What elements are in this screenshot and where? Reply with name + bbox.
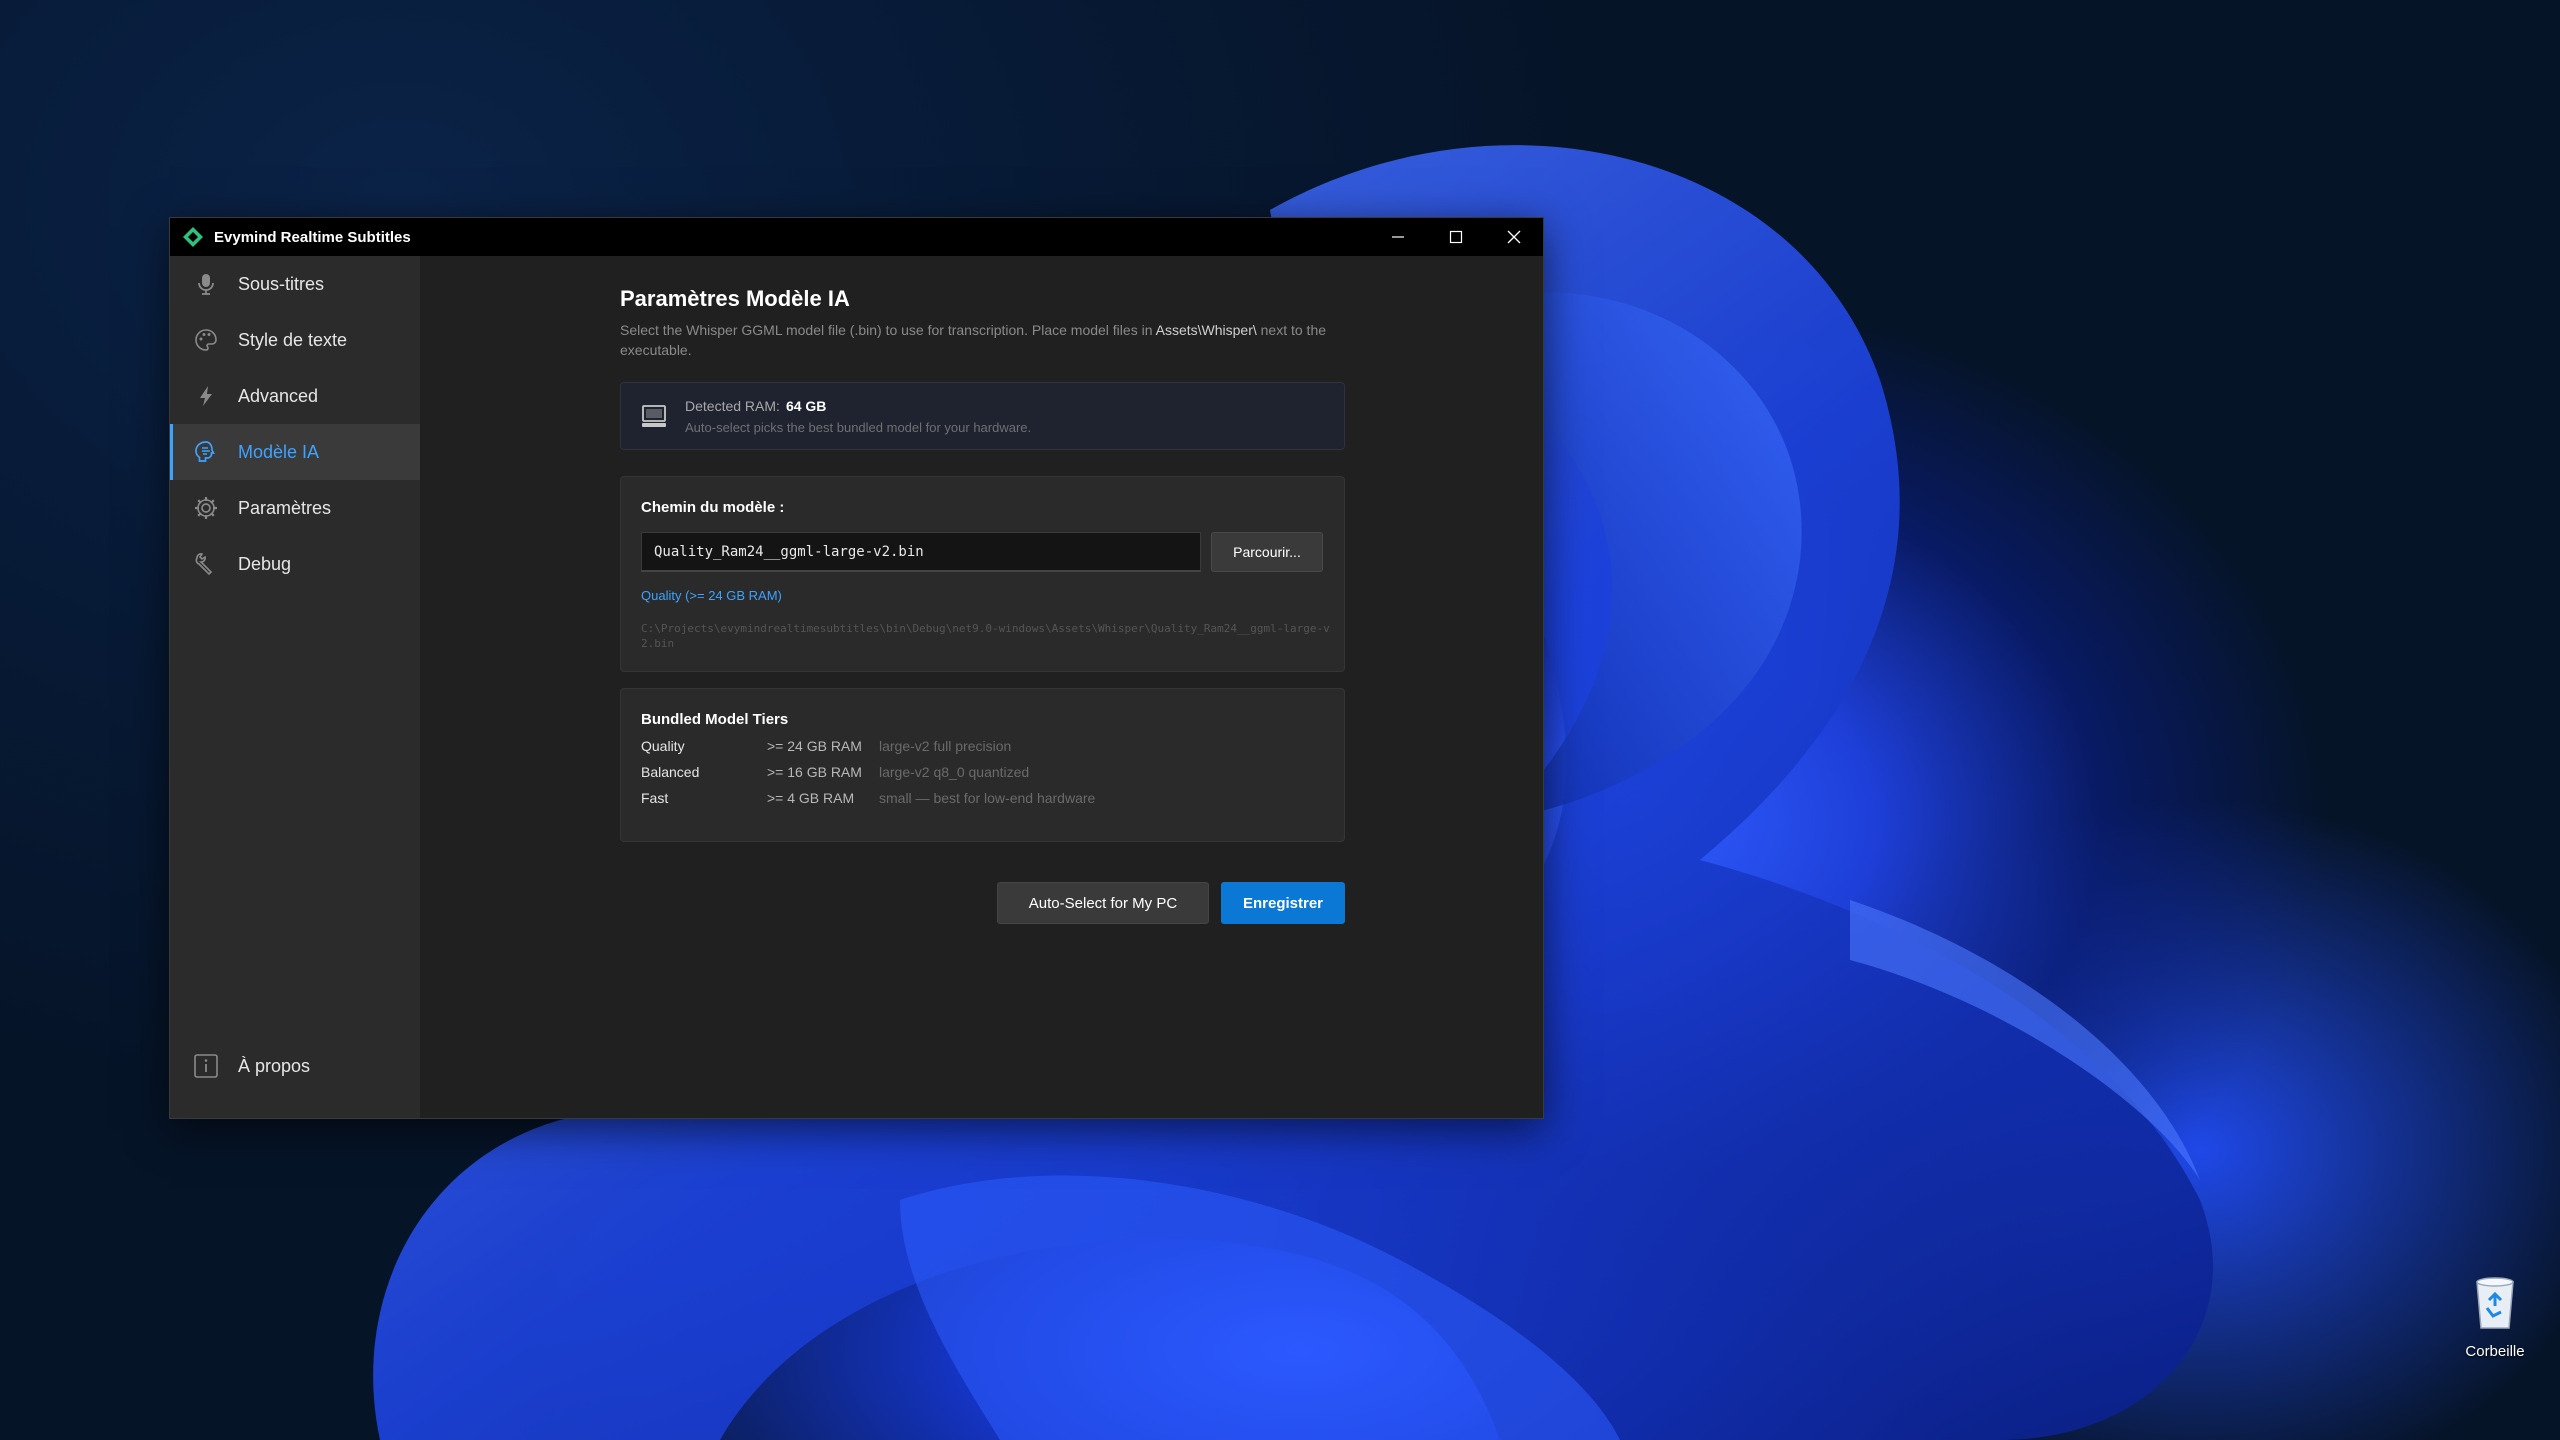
model-tiers-card: Bundled Model Tiers Quality >= 24 GB RAM… — [620, 688, 1345, 842]
tier-row-quality: Quality >= 24 GB RAM large-v2 full preci… — [641, 738, 1324, 754]
tier-row-fast: Fast >= 4 GB RAM small — best for low-en… — [641, 790, 1324, 806]
tier-name: Balanced — [641, 764, 700, 780]
model-path-row: Quality_Ram24__ggml-large-v2.bin Parcour… — [641, 532, 1324, 572]
sidebar-item-parametres[interactable]: Paramètres — [170, 480, 420, 536]
tier-name: Quality — [641, 738, 685, 754]
recycle-bin-label: Corbeille — [2465, 1343, 2525, 1360]
settings-panel: Paramètres Modèle IA Select the Whisper … — [620, 256, 1345, 924]
model-path-heading: Chemin du modèle : — [641, 499, 785, 516]
recycle-bin-icon — [2476, 1277, 2514, 1329]
close-button[interactable] — [1485, 218, 1543, 256]
tier-row-balanced: Balanced >= 16 GB RAM large-v2 q8_0 quan… — [641, 764, 1324, 780]
sidebar-item-label: Sous-titres — [238, 273, 325, 294]
ram-value: 64 GB — [785, 397, 827, 414]
sidebar-item-label: Advanced — [238, 385, 319, 406]
full-path-text: C:\Projects\evymindrealtimesubtitles\bin… — [641, 622, 1330, 650]
minimize-icon — [1392, 236, 1404, 238]
close-icon — [1507, 230, 1521, 244]
model-tier-link[interactable]: Quality (>= 24 GB RAM) — [641, 588, 1324, 603]
model-path-card: Chemin du modèle : Quality_Ram24__ggml-l… — [620, 476, 1345, 672]
computer-icon — [642, 405, 666, 427]
page-description: Select the Whisper GGML model file (.bin… — [620, 322, 1327, 358]
ram-text: Detected RAM: 64 GB Auto-select picks the… — [685, 398, 1031, 435]
microphone-icon — [192, 270, 220, 298]
sidebar-item-label: À propos — [238, 1055, 311, 1076]
lightning-icon — [192, 382, 220, 410]
browse-button[interactable]: Parcourir... — [1211, 532, 1323, 572]
sidebar-bottom: À propos — [170, 1038, 420, 1094]
app-logo-icon — [183, 227, 203, 247]
save-button[interactable]: Enregistrer — [1221, 882, 1345, 924]
sidebar-item-debug[interactable]: Debug — [170, 536, 420, 592]
ram-hint: Auto-select picks the best bundled model… — [685, 419, 1032, 435]
sidebar-item-style-de-texte[interactable]: Style de texte — [170, 312, 420, 368]
sidebar-item-sous-titres[interactable]: Sous-titres — [170, 256, 420, 312]
app-window: Evymind Realtime Subtitles Sous-titres S… — [169, 217, 1544, 1119]
sidebar-item-modele-ia[interactable]: Modèle IA — [170, 424, 420, 480]
tier-name: Fast — [641, 790, 669, 806]
sidebar-item-label: Style de texte — [238, 329, 348, 350]
model-tiers-heading: Bundled Model Tiers — [641, 711, 789, 728]
action-buttons: Auto-Select for My PC Enregistrer — [620, 882, 1345, 924]
palette-icon — [192, 326, 220, 354]
sidebar-item-a-propos[interactable]: À propos — [170, 1038, 420, 1094]
model-path-input[interactable]: Quality_Ram24__ggml-large-v2.bin — [641, 532, 1201, 572]
tier-desc: large-v2 q8_0 quantized — [879, 764, 1030, 780]
brain-icon — [192, 438, 220, 466]
tier-desc: large-v2 full precision — [879, 738, 1012, 754]
sidebar: Sous-titres Style de texte Advanced Modè… — [170, 256, 420, 1118]
sidebar-item-advanced[interactable]: Advanced — [170, 368, 420, 424]
window-controls — [1369, 218, 1543, 256]
sidebar-item-label: Debug — [238, 553, 292, 574]
sidebar-item-label: Modèle IA — [238, 441, 320, 462]
ram-line: Detected RAM: 64 GB — [685, 397, 827, 414]
auto-select-button[interactable]: Auto-Select for My PC — [997, 882, 1209, 924]
page-title: Paramètres Modèle IA — [620, 286, 850, 311]
tier-ram: >= 24 GB RAM — [767, 738, 862, 754]
recycle-bin-shortcut[interactable]: Corbeille — [2455, 1272, 2535, 1360]
maximize-icon — [1449, 230, 1463, 244]
tier-desc: small — best for low-end hardware — [879, 790, 1096, 806]
wrench-icon — [192, 550, 220, 578]
tier-ram: >= 4 GB RAM — [767, 790, 855, 806]
title-bar[interactable]: Evymind Realtime Subtitles — [170, 218, 1543, 256]
info-icon — [192, 1052, 220, 1080]
window-title: Evymind Realtime Subtitles — [214, 228, 411, 246]
main-content: Paramètres Modèle IA Select the Whisper … — [420, 256, 1543, 1118]
gear-icon — [192, 494, 220, 522]
maximize-button[interactable] — [1427, 218, 1485, 256]
minimize-button[interactable] — [1369, 218, 1427, 256]
ram-info-card: Detected RAM: 64 GB Auto-select picks the… — [620, 382, 1345, 450]
tier-ram: >= 16 GB RAM — [767, 764, 862, 780]
sidebar-item-label: Paramètres — [238, 497, 332, 518]
